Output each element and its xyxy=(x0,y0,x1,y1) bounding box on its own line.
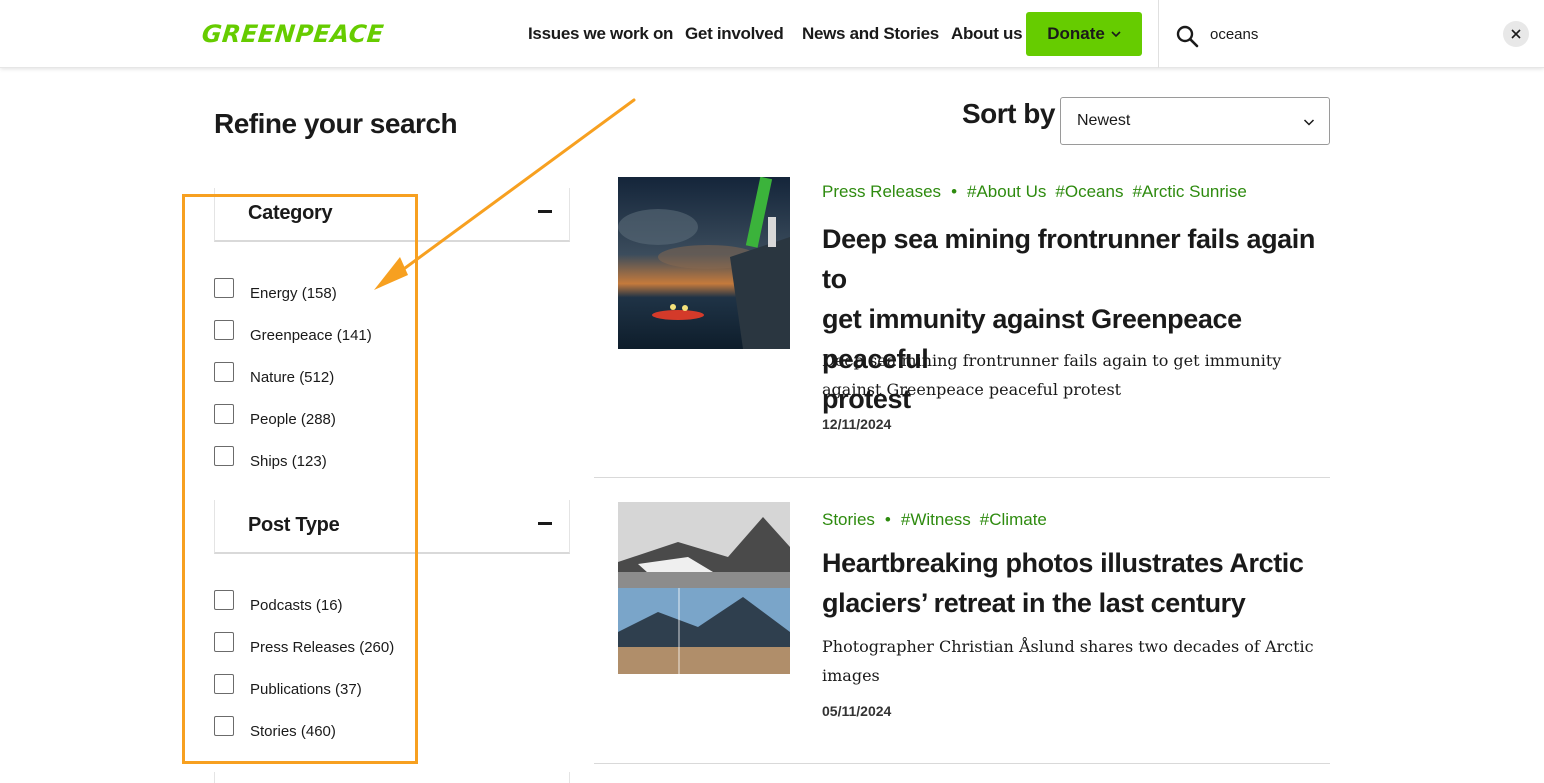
site-header: GREENPEACE Issues we work on Get involve… xyxy=(0,0,1544,68)
checkbox[interactable] xyxy=(214,674,234,694)
refine-title: Refine your search xyxy=(214,108,458,139)
minus-icon xyxy=(538,210,552,213)
tag-link[interactable]: #Witness xyxy=(901,510,971,529)
search-input[interactable] xyxy=(1210,18,1490,50)
title-line: Heartbreaking photos illustrates Arctic xyxy=(822,548,1304,578)
excerpt-line: images xyxy=(822,666,880,685)
tag-link[interactable]: #Climate xyxy=(980,510,1047,529)
result-tags: Stories • #Witness #Climate xyxy=(822,510,1056,530)
separator-dot: • xyxy=(884,510,891,529)
filter-label: Press Releases (260) xyxy=(250,639,395,656)
result-excerpt: Deep sea mining frontrunner fails again … xyxy=(822,346,1322,404)
checkbox[interactable] xyxy=(214,446,234,466)
nav-get-involved[interactable]: Get involved xyxy=(685,24,784,44)
search-result: Press Releases • #About Us #Oceans #Arctic S… xyxy=(594,177,1330,478)
checkbox[interactable] xyxy=(214,590,234,610)
filter-label: Energy (158) xyxy=(250,285,337,302)
filter-label: Publications (37) xyxy=(250,681,362,698)
chevron-down-icon xyxy=(1303,119,1315,126)
sort-label: Sort by xyxy=(962,98,1055,129)
next-filter-stub xyxy=(214,772,570,783)
category-label: Category xyxy=(248,202,333,224)
greenpeace-logo[interactable]: GREENPEACE xyxy=(201,20,386,48)
checkbox[interactable] xyxy=(214,404,234,424)
donate-button[interactable]: Donate xyxy=(1026,12,1142,56)
search-result: Stories • #Witness #Climate Heartbreaking p… xyxy=(594,478,1330,764)
result-date: 12/11/2024 xyxy=(822,416,892,432)
result-image[interactable] xyxy=(618,177,790,349)
result-tags: Press Releases • #About Us #Oceans #Arctic S… xyxy=(822,182,1256,202)
minus-icon xyxy=(538,522,552,525)
sort-dropdown[interactable]: Newest xyxy=(1060,97,1330,145)
title-line: Deep sea mining frontrunner fails again … xyxy=(822,224,1315,294)
close-icon xyxy=(1511,29,1521,39)
donate-label: Donate xyxy=(1047,24,1105,43)
category-filter-toggle[interactable]: Category xyxy=(214,188,570,242)
nav-news-stories[interactable]: News and Stories xyxy=(802,24,939,44)
checkbox[interactable] xyxy=(214,632,234,652)
result-title[interactable]: Heartbreaking photos illustrates Arctic … xyxy=(822,543,1322,623)
checkbox[interactable] xyxy=(214,320,234,340)
checkbox[interactable] xyxy=(214,278,234,298)
filter-label: People (288) xyxy=(250,411,336,428)
page: GREENPEACE Issues we work on Get involve… xyxy=(0,0,1544,783)
result-excerpt: Photographer Christian Åslund shares two… xyxy=(822,632,1322,690)
excerpt-line: Deep sea mining frontrunner fails again … xyxy=(822,351,1282,370)
nav-about-us[interactable]: About us xyxy=(951,24,1023,44)
tag-link[interactable]: #About Us xyxy=(967,182,1046,201)
post-type-label: Post Type xyxy=(248,514,340,536)
title-line: glaciers’ retreat in the last century xyxy=(822,588,1246,618)
result-image[interactable] xyxy=(618,502,790,674)
checkbox[interactable] xyxy=(214,362,234,382)
excerpt-line: against Greenpeace peaceful protest xyxy=(822,380,1122,399)
result-date: 05/11/2024 xyxy=(822,703,892,719)
filter-label: Greenpeace (141) xyxy=(250,327,372,344)
nav-issues[interactable]: Issues we work on xyxy=(528,24,673,44)
header-divider xyxy=(1158,0,1159,68)
post-type-link[interactable]: Stories xyxy=(822,510,875,529)
clear-search-button[interactable] xyxy=(1503,21,1529,47)
filter-label: Nature (512) xyxy=(250,369,335,386)
sort-value: Newest xyxy=(1077,112,1131,129)
filter-label: Ships (123) xyxy=(250,453,327,470)
filter-label: Stories (460) xyxy=(250,723,336,740)
separator-dot: • xyxy=(951,182,958,201)
tag-link[interactable]: #Arctic Sunrise xyxy=(1132,182,1246,201)
filter-label: Podcasts (16) xyxy=(250,597,343,614)
post-type-link[interactable]: Press Releases xyxy=(822,182,941,201)
post-type-filter-toggle[interactable]: Post Type xyxy=(214,500,570,554)
checkbox[interactable] xyxy=(214,716,234,736)
chevron-down-icon xyxy=(1111,31,1121,38)
search-icon[interactable] xyxy=(1175,24,1199,48)
tag-link[interactable]: #Oceans xyxy=(1055,182,1123,201)
excerpt-line: Photographer Christian Åslund shares two… xyxy=(822,637,1314,656)
